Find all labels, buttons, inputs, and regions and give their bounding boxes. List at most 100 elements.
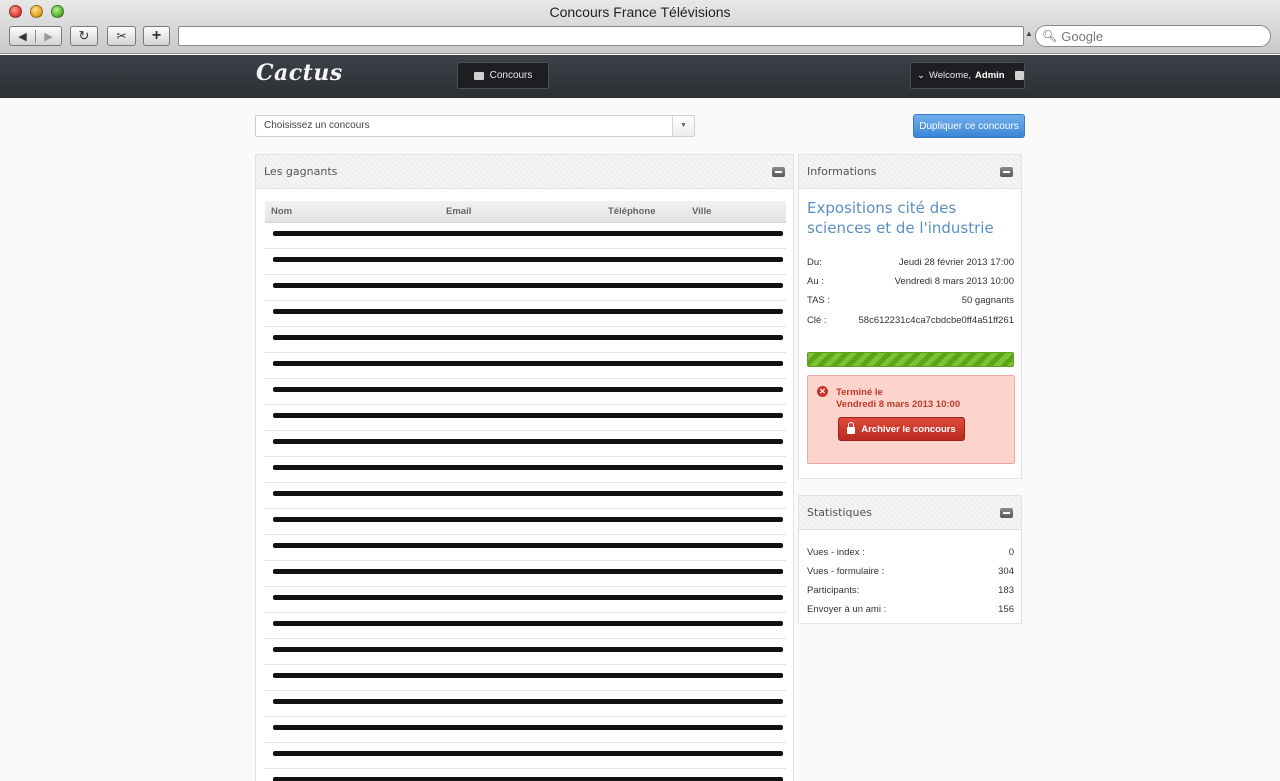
winners-panel-title: Les gagnants — [264, 165, 338, 178]
back-forward-group: ◀ ▶ — [9, 26, 62, 46]
stat-value: 304 — [998, 566, 1014, 577]
progress-bar — [807, 352, 1014, 367]
concours-select-value: Choisissez un concours — [264, 120, 370, 131]
table-row[interactable] — [265, 275, 786, 301]
chevron-down-icon: ⌄ — [917, 70, 925, 81]
back-arrow-icon[interactable]: ◀ — [10, 30, 35, 43]
welcome-prefix: Welcome, — [928, 70, 972, 81]
app-logo[interactable]: Cactus — [256, 60, 343, 86]
column-header-nom[interactable]: Nom — [271, 206, 292, 217]
search-field[interactable]: 🔍︎ Google — [1035, 25, 1271, 47]
user-menu[interactable]: ⌄ Welcome, Admin — [910, 62, 1025, 89]
field-cle: Clé : 58c612231c4ca7cbdcbe0ff4a51ff261 — [807, 315, 1014, 326]
snippet-button[interactable]: ✂ — [107, 26, 136, 46]
table-row[interactable] — [265, 613, 786, 639]
table-header: Nom Email Téléphone Ville — [265, 201, 786, 223]
collapse-icon[interactable] — [1000, 508, 1013, 518]
stat-value: 156 — [998, 604, 1014, 615]
concours-select[interactable]: Choisissez un concours ▼ — [255, 115, 695, 137]
table-row[interactable] — [265, 665, 786, 691]
redaction-bar — [273, 257, 783, 262]
redaction-bar — [273, 673, 783, 678]
table-row[interactable] — [265, 301, 786, 327]
table-row[interactable] — [265, 535, 786, 561]
redaction-bar — [273, 569, 783, 574]
table-row[interactable] — [265, 431, 786, 457]
app-header: Cactus Concours ⌄ Welcome, Admin — [0, 55, 1280, 98]
table-row[interactable] — [265, 457, 786, 483]
error-icon: ✕ — [817, 386, 828, 397]
redaction-bar — [273, 621, 783, 626]
redaction-bar — [273, 777, 783, 781]
redaction-bar — [273, 517, 783, 522]
table-row[interactable] — [265, 561, 786, 587]
table-row[interactable] — [265, 327, 786, 353]
select-caret-icon[interactable]: ▼ — [672, 116, 694, 136]
info-panel-header: Informations — [799, 155, 1021, 189]
contest-title: Expositions cité des sciences et de l'in… — [807, 199, 994, 237]
folder-icon — [473, 71, 484, 80]
reload-button[interactable]: ↻ — [70, 26, 98, 46]
stats-panel-title: Statistiques — [807, 506, 872, 519]
table-row[interactable] — [265, 639, 786, 665]
status-line-2: Vendredi 8 mars 2013 10:00 — [836, 399, 961, 410]
stat-vues-index: Vues - index : 0 — [807, 547, 1014, 558]
stat-vues-formulaire: Vues - formulaire : 304 — [807, 566, 1014, 577]
status-alert: ✕ Terminé le Vendredi 8 mars 2013 10:00 … — [807, 375, 1015, 464]
redaction-bar — [273, 387, 783, 392]
field-value: Jeudi 28 février 2013 17:00 — [898, 257, 1014, 268]
stat-value: 183 — [998, 585, 1014, 596]
archive-button[interactable]: Archiver le concours — [838, 417, 965, 441]
table-row[interactable] — [265, 483, 786, 509]
nav-concours-label: Concours — [489, 70, 533, 81]
scissors-icon: ✂ — [116, 29, 127, 43]
redaction-bar — [273, 543, 783, 548]
winners-panel-header: Les gagnants — [256, 155, 793, 189]
redaction-bar — [273, 283, 783, 288]
redaction-bar — [273, 439, 783, 444]
field-tas: TAS : 50 gagnants — [807, 295, 1014, 306]
address-bar[interactable] — [178, 26, 1024, 46]
forward-arrow-icon[interactable]: ▶ — [35, 29, 61, 43]
table-row[interactable] — [265, 717, 786, 743]
stat-participants: Participants: 183 — [807, 585, 1014, 596]
field-value: 50 gagnants — [961, 295, 1014, 306]
plus-icon: + — [151, 27, 162, 44]
redaction-bar — [273, 361, 783, 366]
table-row[interactable] — [265, 353, 786, 379]
column-header-ville[interactable]: Ville — [692, 206, 711, 217]
collapse-icon[interactable] — [772, 167, 785, 177]
duplicate-button[interactable]: Dupliquer ce concours — [913, 114, 1025, 138]
redaction-bar — [273, 465, 783, 470]
column-header-email[interactable]: Email — [446, 206, 471, 217]
window-titlebar: Concours France Télévisions ◀ ▶ ↻ ✂ + ▲ … — [0, 0, 1280, 54]
table-row[interactable] — [265, 223, 786, 249]
table-row[interactable] — [265, 405, 786, 431]
winners-panel: Les gagnants Nom Email Téléphone Ville — [255, 154, 794, 781]
add-bookmark-button[interactable]: + — [143, 26, 170, 46]
winners-table: Nom Email Téléphone Ville — [265, 201, 786, 781]
table-row[interactable] — [265, 769, 786, 781]
nav-concours-button[interactable]: Concours — [457, 62, 549, 89]
table-row[interactable] — [265, 509, 786, 535]
search-placeholder: Google — [1061, 28, 1104, 44]
search-icon: 🔍︎ — [1042, 29, 1058, 43]
field-au: Au : Vendredi 8 mars 2013 10:00 — [807, 276, 1014, 287]
collapse-icon[interactable] — [1000, 167, 1013, 177]
window-title: Concours France Télévisions — [549, 4, 731, 20]
archive-label: Archiver le concours — [861, 423, 956, 435]
field-label: Au : — [807, 276, 824, 287]
table-row[interactable] — [265, 249, 786, 275]
table-row[interactable] — [265, 691, 786, 717]
redaction-bar — [273, 595, 783, 600]
stat-label: Envoyer à un ami : — [807, 604, 887, 615]
stat-envoyer-ami: Envoyer à un ami : 156 — [807, 604, 1014, 615]
table-row[interactable] — [265, 743, 786, 769]
column-header-telephone[interactable]: Téléphone — [608, 206, 656, 217]
lock-icon — [847, 422, 856, 434]
field-label: TAS : — [807, 295, 831, 306]
url-dropdown-icon[interactable]: ▲ — [1025, 29, 1033, 38]
table-row[interactable] — [265, 379, 786, 405]
table-row[interactable] — [265, 587, 786, 613]
redaction-bar — [273, 413, 783, 418]
